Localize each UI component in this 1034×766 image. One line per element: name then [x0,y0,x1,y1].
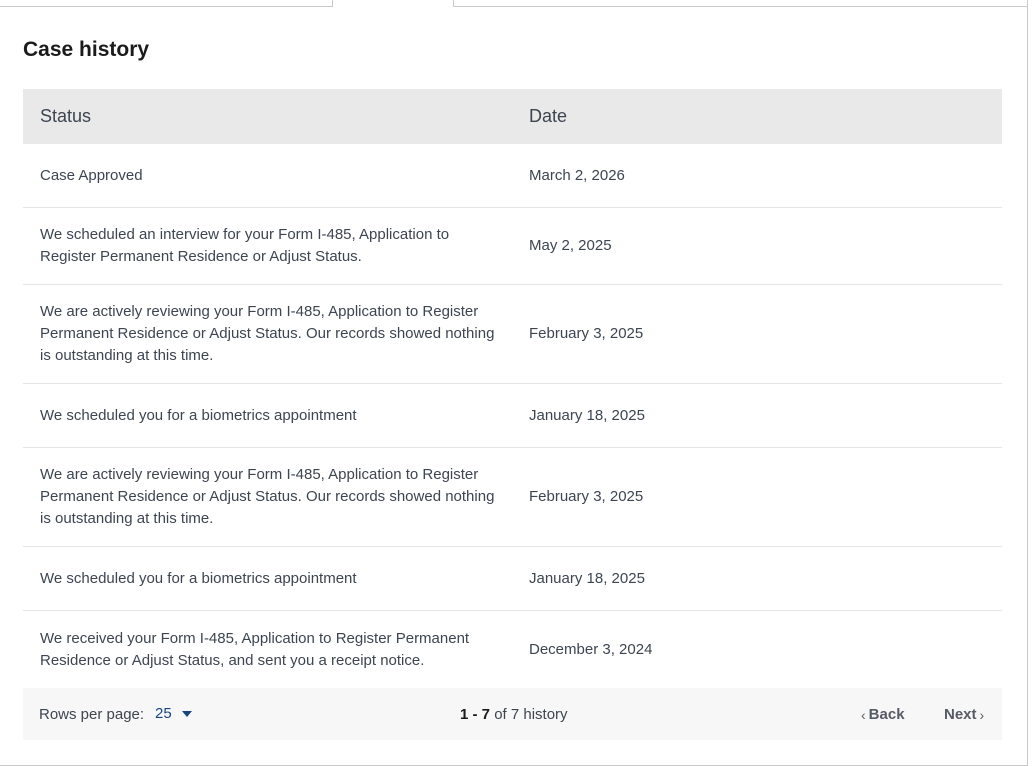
table-row: We received your Form I-485, Application… [23,611,1002,688]
pagination-range-numbers: 1 - 7 [460,706,491,723]
column-header-status: Status [40,106,92,126]
rows-per-page-select[interactable]: 25 [155,705,192,722]
table-row: We are actively reviewing your Form I-48… [23,285,1002,384]
status-cell: We received your Form I-485, Application… [40,629,470,669]
table-row: We are actively reviewing your Form I-48… [23,448,1002,547]
date-cell: January 18, 2025 [529,569,645,587]
next-button[interactable]: Next › [944,706,984,723]
table-row: We scheduled you for a biometrics appoin… [23,547,1002,611]
pagination-range-total: of 7 history [494,706,568,723]
status-cell: We scheduled an interview for your Form … [40,226,450,265]
status-cell: We are actively reviewing your Form I-48… [40,303,495,364]
tab-active[interactable] [333,0,454,8]
date-cell: December 3, 2024 [529,640,653,658]
table-header: Status Date [23,89,1002,144]
back-button[interactable]: ‹ Back [861,706,905,723]
case-history-table: Status Date Case Approved March 2, 2026 … [23,89,1002,688]
tab-inactive-left[interactable] [0,0,333,7]
next-button-label: Next [944,706,977,723]
back-button-label: Back [868,706,905,723]
status-cell: Case Approved [40,166,143,184]
rows-per-page-label: Rows per page: [39,706,145,723]
tab-strip [0,0,1028,8]
status-cell: We are actively reviewing your Form I-48… [40,466,495,527]
pagination-range: 1 - 7 of 7 history [460,706,568,723]
date-cell: January 18, 2025 [529,406,645,424]
table-row: We scheduled an interview for your Form … [23,208,1002,285]
date-cell: May 2, 2025 [529,237,612,254]
date-cell: February 3, 2025 [529,488,644,505]
tab-inactive-right[interactable] [453,0,1028,7]
caret-down-icon [181,710,192,717]
date-cell: March 2, 2026 [529,166,625,184]
rows-per-page-value: 25 [155,705,172,722]
table-row: We scheduled you for a biometrics appoin… [23,384,1002,448]
chevron-left-icon: ‹ [861,706,866,723]
table-pagination: Rows per page: 25 1 - 7 of 7 history ‹ B… [23,688,1002,740]
status-cell: We scheduled you for a biometrics appoin… [40,406,357,424]
date-cell: February 3, 2025 [529,325,644,342]
table-row: Case Approved March 2, 2026 [23,144,1002,208]
case-history-card: Case history Status Date Case Approved M… [0,0,1028,766]
column-header-date: Date [529,106,568,126]
chevron-right-icon: › [979,706,985,723]
status-cell: We scheduled you for a biometrics appoin… [40,569,357,587]
page-title: Case history [23,38,150,61]
